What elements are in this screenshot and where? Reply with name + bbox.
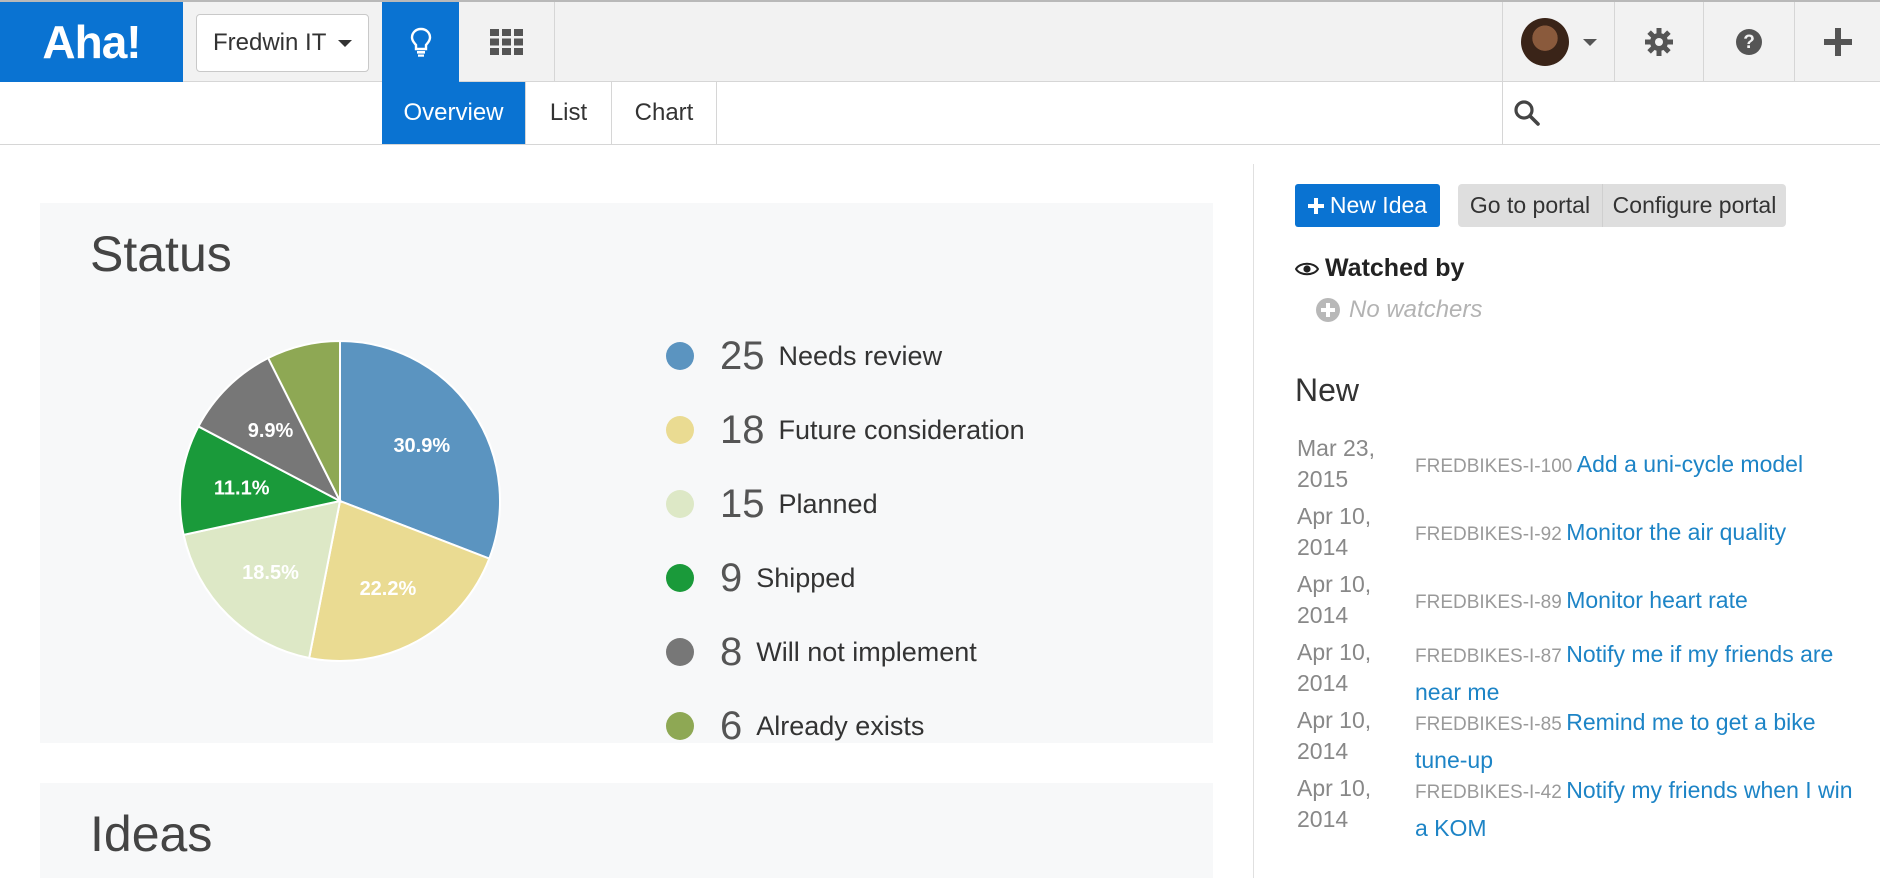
legend-label: Will not implement — [756, 636, 977, 667]
add-watcher[interactable]: No watchers — [1315, 296, 1482, 324]
no-watchers-label: No watchers — [1349, 296, 1483, 323]
grid-icon — [489, 29, 523, 55]
chevron-down-icon — [1582, 38, 1597, 46]
legend-item: 25 Needs review — [666, 333, 943, 378]
legend-item: 15 Planned — [666, 481, 878, 526]
top-bar: Aha! Fredwin IT ? — [0, 0, 1880, 82]
plus-icon — [1307, 197, 1324, 214]
new-idea-label: New Idea — [1329, 192, 1428, 218]
idea-ref: FREDBIKES-I-85 — [1415, 714, 1562, 735]
help-button[interactable]: ? — [1703, 2, 1794, 82]
pie-slice-label: 9.9% — [248, 420, 294, 442]
svg-text:?: ? — [1743, 32, 1755, 53]
legend-swatch — [666, 416, 694, 444]
status-card: Status 30.9% 22.2% 18.5% 11.1% 9.9% 25 Needs… — [40, 203, 1213, 748]
chevron-down-icon — [338, 39, 353, 47]
new-heading: New — [1295, 372, 1360, 408]
legend-count: 25 — [720, 333, 765, 378]
tab-chart[interactable]: Chart — [612, 82, 717, 144]
idea-link[interactable]: Monitor the air quality — [1566, 519, 1786, 545]
idea-link[interactable]: Add a uni-cycle model — [1577, 451, 1803, 477]
legend-item: 9 Shipped — [666, 555, 856, 600]
status-pie-chart: 30.9% 22.2% 18.5% 11.1% 9.9% — [179, 339, 501, 662]
idea-date: Apr 10, 2014 — [1297, 503, 1372, 560]
help-icon: ? — [1736, 29, 1762, 55]
eye-icon — [1295, 262, 1319, 275]
idea-ref: FREDBIKES-I-100 — [1415, 456, 1573, 477]
nav-ideas[interactable] — [382, 2, 459, 82]
tab-list[interactable]: List — [526, 82, 612, 144]
workspace-label: Fredwin IT — [213, 29, 327, 56]
divider — [1253, 164, 1254, 878]
legend-swatch — [666, 638, 694, 666]
legend-item: 8 Will not implement — [666, 629, 977, 674]
settings-button[interactable] — [1614, 2, 1703, 82]
idea-date: Apr 10, 2014 — [1297, 707, 1372, 764]
search-field[interactable] — [1551, 100, 1851, 126]
ideas-title: Ideas — [90, 806, 213, 862]
configure-portal-button[interactable]: Configure portal — [1603, 184, 1786, 227]
ideas-card: Ideas — [40, 783, 1213, 878]
idea-date: Apr 10, 2014 — [1297, 639, 1372, 696]
legend-count: 18 — [720, 407, 765, 452]
sub-navigation: Overview List Chart — [0, 82, 1880, 145]
legend-swatch — [666, 564, 694, 592]
add-button[interactable] — [1794, 2, 1880, 82]
pie-slice-label: 11.1% — [214, 478, 270, 500]
legend-count: 6 — [720, 703, 743, 748]
idea-ref: FREDBIKES-I-87 — [1415, 646, 1562, 667]
pie-slice-label: 30.9% — [393, 435, 450, 457]
search-icon — [1514, 100, 1540, 126]
legend-count: 8 — [720, 629, 743, 674]
legend-count: 9 — [720, 555, 743, 600]
idea-ref: FREDBIKES-I-92 — [1415, 524, 1562, 545]
aha-logo[interactable]: Aha! — [0, 2, 183, 82]
legend-count: 15 — [720, 481, 765, 526]
user-menu[interactable] — [1502, 2, 1614, 82]
idea-date: Mar 23, 2015 — [1297, 435, 1375, 492]
idea-ref: FREDBIKES-I-89 — [1415, 592, 1562, 613]
legend-label: Already exists — [756, 710, 925, 741]
legend-label: Shipped — [756, 562, 856, 593]
status-title: Status — [90, 226, 232, 282]
search-input[interactable] — [1502, 82, 1880, 144]
legend-label: Needs review — [778, 340, 943, 371]
legend-label: Planned — [778, 488, 878, 519]
legend-swatch — [666, 712, 694, 740]
add-circle-icon — [1316, 298, 1340, 322]
legend-item: 6 Already exists — [666, 703, 925, 748]
watched-by-label: Watched by — [1325, 254, 1465, 282]
gear-icon — [1645, 28, 1673, 56]
legend-item: 18 Future consideration — [666, 407, 1025, 452]
nav-apps[interactable] — [459, 2, 555, 82]
new-idea-button[interactable]: New Idea — [1295, 184, 1440, 227]
watched-by-heading: Watched by — [1295, 254, 1464, 283]
pie-slice-label: 18.5% — [242, 562, 299, 584]
legend-swatch — [666, 342, 694, 370]
idea-ref: FREDBIKES-I-42 — [1415, 782, 1562, 803]
pie-slice-label: 22.2% — [360, 578, 417, 600]
tab-overview[interactable]: Overview — [382, 82, 526, 144]
avatar — [1520, 18, 1569, 66]
go-to-portal-button[interactable]: Go to portal — [1458, 184, 1603, 227]
workspace-selector[interactable]: Fredwin IT — [196, 14, 369, 72]
legend-label: Future consideration — [778, 414, 1025, 445]
idea-link[interactable]: Monitor heart rate — [1566, 587, 1748, 613]
idea-date: Apr 10, 2014 — [1297, 571, 1372, 628]
lightbulb-icon — [410, 27, 431, 57]
plus-icon — [1823, 28, 1852, 56]
legend-swatch — [666, 490, 694, 518]
idea-date: Apr 10, 2014 — [1297, 775, 1372, 832]
